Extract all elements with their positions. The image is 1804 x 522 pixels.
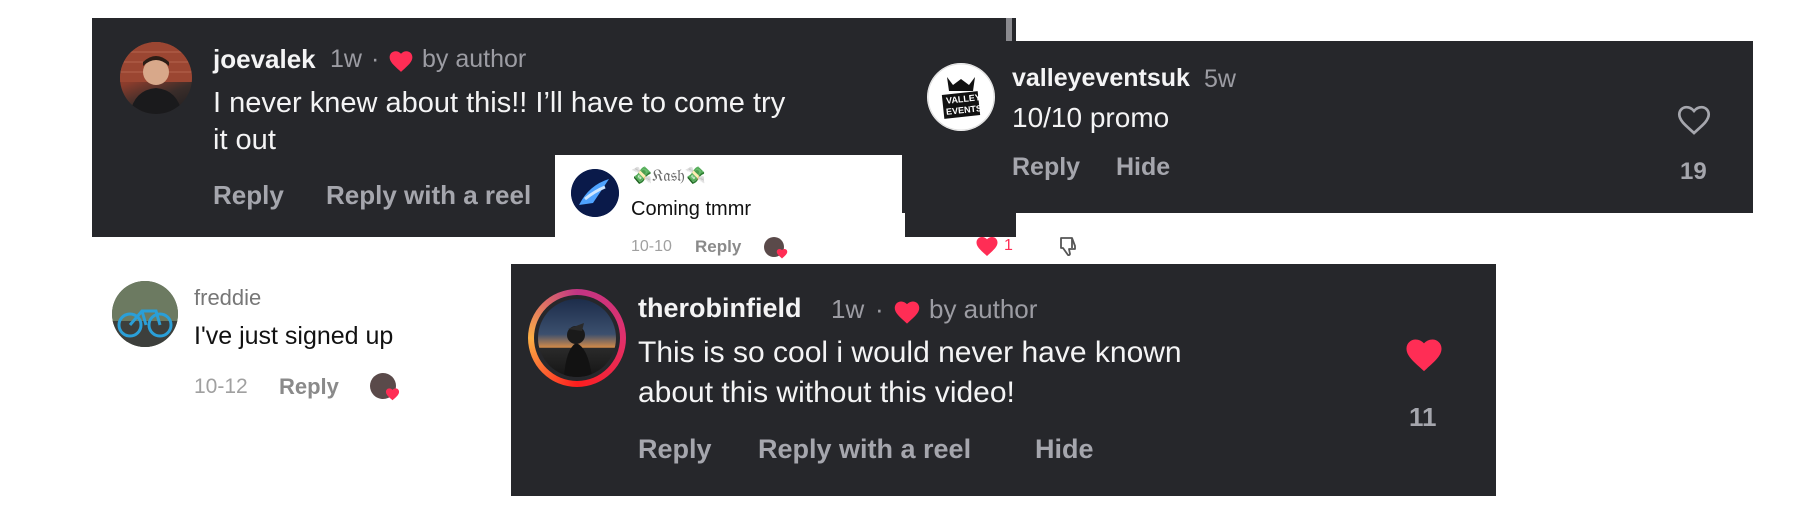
comment-card-freddie: freddie I've just signed up 10-12 Reply — [100, 272, 480, 412]
comment-text-line2: it out — [213, 124, 276, 156]
dislike-icon[interactable] — [1057, 234, 1081, 258]
comment-time: 1w — [330, 45, 362, 73]
username-kash[interactable]: 💸𝔎𝔞𝔰𝔥💸 — [631, 166, 706, 186]
comment-time: 5w — [1204, 65, 1236, 93]
comment-text-line1: I never knew about this!! I’ll have to c… — [213, 87, 786, 119]
separator-dot: · — [875, 294, 884, 324]
heart-outline-icon[interactable] — [1676, 103, 1712, 136]
reply-button[interactable]: Reply — [1012, 153, 1080, 182]
avatar-freddie[interactable] — [112, 281, 178, 347]
by-author-badge: by author — [929, 294, 1038, 324]
like-count: 1 — [1004, 237, 1013, 254]
separator-dot: · — [371, 45, 380, 73]
comment-date: 10-12 — [194, 375, 248, 398]
like-heart-icon[interactable] — [1404, 336, 1444, 373]
comment-time: 1w — [831, 294, 865, 324]
comment-date: 10-10 — [631, 238, 672, 255]
username-freddie[interactable]: freddie — [194, 285, 261, 311]
reply-with-reel-button[interactable]: Reply with a reel — [326, 180, 531, 211]
like-count: 11 — [1409, 402, 1437, 432]
story-ring[interactable] — [528, 289, 626, 387]
comment-card-therobinfield: therobinfield 1w · by author This is so … — [511, 264, 1496, 496]
username-valleyeventsuk[interactable]: valleyeventsuk — [1012, 64, 1190, 93]
avatar-joevalek[interactable] — [120, 42, 192, 114]
comment-text: I've just signed up — [194, 322, 394, 350]
avatar-kash[interactable] — [571, 169, 619, 217]
hide-button[interactable]: Hide — [1116, 153, 1170, 182]
username-therobinfield[interactable]: therobinfield — [638, 293, 802, 324]
comment-text-line1: This is so cool i would never have known — [638, 336, 1182, 369]
comment-text-line2: about this without this video! — [638, 376, 1015, 409]
heart-filled-icon — [389, 51, 413, 72]
like-heart-icon[interactable] — [975, 235, 999, 257]
heart-filled-icon — [385, 388, 400, 401]
reply-button[interactable]: Reply — [279, 374, 339, 400]
avatar-photo — [538, 299, 616, 377]
like-count: 19 — [1680, 158, 1707, 185]
reply-with-reel-button[interactable]: Reply with a reel — [758, 434, 971, 465]
heart-filled-icon — [776, 249, 788, 259]
avatar-valleyeventsuk[interactable]: VALLEY EVENTS — [927, 63, 995, 131]
comment-text: Coming tmmr — [631, 198, 752, 220]
avatar-therobinfield — [534, 295, 620, 381]
heart-filled-icon — [894, 301, 920, 324]
reply-button[interactable]: Reply — [213, 180, 284, 211]
comment-card-kash: 💸𝔎𝔞𝔰𝔥💸 Coming tmmr 10-10 Reply — [555, 155, 905, 260]
reply-button[interactable]: Reply — [638, 434, 712, 465]
by-author-badge: by author — [422, 45, 527, 73]
comment-card-valleyeventsuk: VALLEY EVENTS valleyeventsuk 5w 10/10 pr… — [902, 41, 1753, 213]
username-joevalek[interactable]: joevalek — [213, 44, 316, 75]
reply-button[interactable]: Reply — [695, 237, 741, 257]
comment-text: 10/10 promo — [1012, 102, 1170, 133]
hide-button[interactable]: Hide — [1035, 434, 1094, 465]
